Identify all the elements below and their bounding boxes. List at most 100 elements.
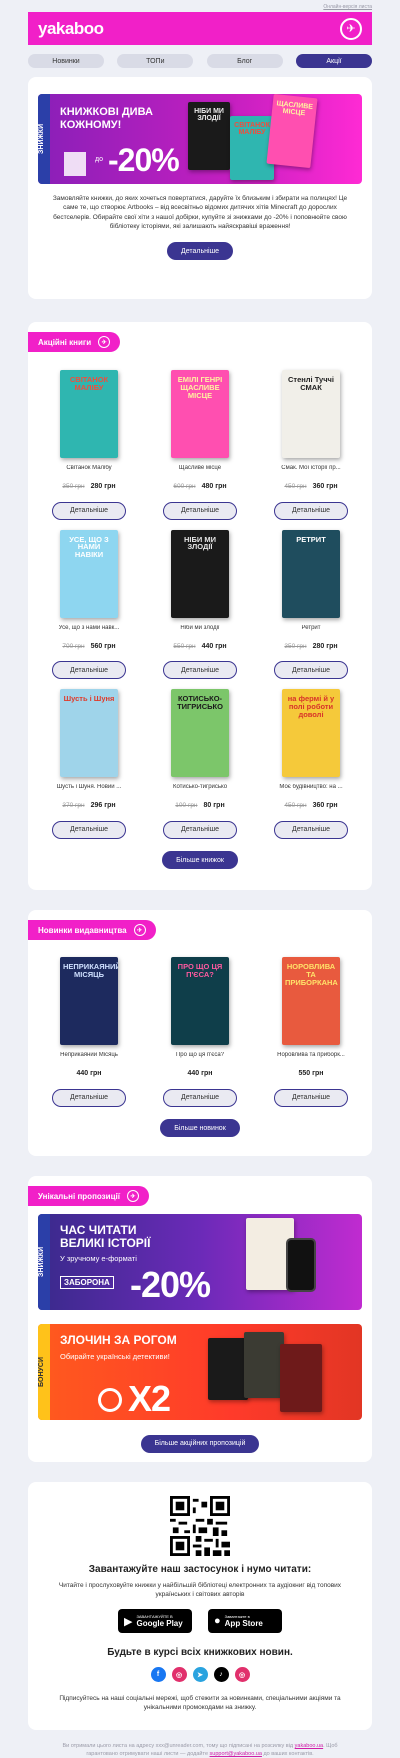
new-price: 80 грн: [203, 802, 225, 809]
product-price: 370 грн 296 грн: [46, 802, 132, 812]
bonus-side-tag: БОНУСИ: [38, 1324, 50, 1420]
old-price: 700 грн: [62, 642, 85, 650]
new-books-label: Новинки видавництва ✈: [28, 920, 156, 940]
facebook-icon[interactable]: f: [150, 1667, 166, 1682]
product-title: Норовлива та приборк...: [277, 1052, 345, 1058]
nav: Новинки ТОПи Блог Акції: [28, 54, 372, 68]
old-price: 600 грн: [173, 483, 196, 490]
nav-top[interactable]: ТОПи: [117, 54, 194, 68]
old-price: 450 грн: [284, 802, 307, 809]
product-card: на фермі й у полі роботи доволі Моє будів…: [268, 689, 354, 839]
product-title: Щасливе місце: [178, 465, 222, 471]
details-button[interactable]: Детальніше: [52, 661, 126, 679]
details-button[interactable]: Детальніше: [163, 661, 237, 679]
hero-title: КНИЖКОВІ ДИВА КОЖНОМУ!: [60, 106, 153, 132]
product-price: 350 грн 280 грн: [268, 643, 354, 653]
telegram-icon[interactable]: ➤: [192, 1667, 208, 1682]
book-cover[interactable]: на фермі й у полі роботи доволі: [282, 689, 340, 777]
book-cover[interactable]: НІБИ МИ ЗЛОДІЇ: [171, 529, 229, 618]
details-button[interactable]: Детальніше: [163, 1088, 237, 1107]
product-title: Про що ця п'єса?: [175, 1052, 224, 1058]
sale-books-card: Акційні книги ✈ СВІТАНОК МАЛІБУ Світанок М…: [28, 322, 372, 890]
product-card: НОРОВЛИВА ТА ПРИБОРКАНА Норовлива та приб…: [268, 957, 354, 1107]
footer-email-link[interactable]: support@yakaboo.ua: [210, 1751, 262, 1757]
more-offers-button[interactable]: Більше акційних пропозицій: [140, 1434, 260, 1453]
book-cover[interactable]: ЕМІЛІ ГЕНРІ ЩАСЛИВЕ МІСЦЕ: [171, 370, 229, 458]
details-button[interactable]: Детальніше: [163, 820, 237, 839]
app-card: Завантажуйте наш застосунок і нумо читат…: [28, 1482, 372, 1730]
product-title: Усе, що з нами навк...: [58, 624, 120, 631]
details-button[interactable]: Детальніше: [163, 501, 237, 520]
ebooks-banner[interactable]: ЗНИЖКИ ЧАС ЧИТАТИ ВЕЛИКІ ІСТОРІЇ У зручн…: [38, 1214, 362, 1310]
details-button[interactable]: Детальніше: [52, 1088, 126, 1107]
old-price: 350 грн: [284, 642, 307, 650]
product-title: Шусть і Шуня. Новий ...: [56, 784, 122, 790]
yakaboo-logo[interactable]: yakaboo: [38, 19, 104, 39]
details-button[interactable]: Детальніше: [52, 501, 126, 520]
hero-title-line1: КНИЖКОВІ ДИВА: [60, 106, 153, 118]
instagram-icon[interactable]: ◎: [171, 1667, 187, 1682]
play-icon: ▶: [124, 1615, 133, 1628]
qr-code: [170, 1496, 230, 1556]
product-card: Шусть і Шуня Шусть і Шуня. Новий ... 370 г…: [46, 689, 132, 839]
detective-book-2: [244, 1332, 284, 1398]
footer-site-link[interactable]: yakaboo.ua: [295, 1743, 323, 1749]
new-price: 280 грн: [312, 642, 338, 650]
book-cover[interactable]: РЕТРИТ: [282, 529, 340, 618]
more-books-button[interactable]: Більше книжок: [162, 851, 238, 869]
book-cover[interactable]: УСЕ, ЩО З НАМИ НАВІКИ: [60, 529, 118, 618]
footer: Ви отримали цього листа на адресу xxx@un…: [62, 1743, 338, 1757]
phone-icon: [286, 1238, 316, 1292]
book-cover[interactable]: НОРОВЛИВА ТА ПРИБОРКАНА: [282, 957, 340, 1045]
product-card: СВІТАНОК МАЛІБУ Світанок Малібу 350 грн 280…: [46, 370, 132, 520]
sale-books-label: Акційні книги ✈: [28, 332, 121, 352]
hero-banner[interactable]: ЗНИЖКИ КНИЖКОВІ ДИВА КОЖНОМУ! до -20% НІ…: [38, 94, 362, 184]
product-title: Моє будівництво: на ...: [279, 784, 343, 790]
product-card: РЕТРИТ Ретрит 350 грн 280 грн Детальніше: [268, 529, 354, 679]
detectives-banner[interactable]: БОНУСИ ЗЛОЧИН ЗА РОГОМ Обирайте українсь…: [38, 1324, 362, 1420]
product-title: Світанок Малібу: [66, 465, 112, 471]
bonus-coin-icon: [98, 1388, 122, 1412]
ebooks-discount: -20%: [130, 1264, 211, 1305]
details-button[interactable]: Детальніше: [52, 820, 126, 839]
book-cover[interactable]: НЕПРИКАЯНИЙ МІСЯЦЬ: [60, 957, 118, 1045]
header: yakaboo ✈: [28, 12, 372, 45]
instagram-icon-2[interactable]: ◎: [234, 1667, 250, 1682]
plane-icon: ✈: [98, 336, 111, 348]
more-new-button[interactable]: Більше новинок: [160, 1119, 240, 1137]
book-cover[interactable]: СВІТАНОК МАЛІБУ: [60, 370, 118, 458]
product-card: Стенлі Туччі СМАК Смак. Мої історії пр...…: [268, 370, 354, 520]
nav-sales[interactable]: Акції: [295, 54, 372, 68]
book-cover[interactable]: ПРО ЩО ЦЯ П'ЄСА?: [171, 957, 229, 1045]
product-title: Смак. Мої історії пр...: [281, 465, 341, 471]
product-title: Котисько-тигрисько: [172, 784, 228, 790]
unique-offers-card: Унікальні пропозиції ✈ ЗНИЖКИ ЧАС ЧИТАТИ …: [28, 1176, 372, 1462]
detectives-title: ЗЛОЧИН ЗА РОГОМ: [60, 1333, 177, 1347]
unique-offers-label: Унікальні пропозиції ✈: [28, 1186, 149, 1206]
details-button[interactable]: Детальніше: [274, 661, 348, 679]
new-price: 360 грн: [312, 483, 338, 490]
hero-details-button[interactable]: Детальніше: [166, 242, 234, 261]
details-button[interactable]: Детальніше: [274, 1088, 348, 1107]
product-price: 600 грн 480 грн: [157, 483, 243, 493]
nav-blog[interactable]: Блог: [206, 54, 283, 68]
product-title: Ретрит: [301, 624, 321, 631]
new-price: 560 грн: [90, 642, 116, 650]
new-books-card: Новинки видавництва ✈ НЕПРИКАЯНИЙ МІСЯЦЬ Н…: [28, 910, 372, 1156]
product-title: Неприкаяний Місяць: [60, 1052, 118, 1058]
zaborona-logo: ЗАБОРОНА: [60, 1276, 114, 1289]
product-card: НІБИ МИ ЗЛОДІЇ Ніби ми злодії 550 грн 440 г…: [157, 529, 243, 679]
app-store-button[interactable]: ● Завантажте в App Store: [208, 1609, 282, 1633]
online-version-link[interactable]: Онлайн-версія листа: [28, 0, 372, 12]
social-sub: Підписуйтесь на наші соціальні мережі, щ…: [59, 1695, 341, 1711]
nav-new[interactable]: Новинки: [28, 54, 104, 68]
ebooks-title: ЧАС ЧИТАТИ ВЕЛИКІ ІСТОРІЇ: [60, 1223, 151, 1250]
tiktok-icon[interactable]: ♪: [213, 1667, 229, 1682]
details-button[interactable]: Детальніше: [274, 501, 348, 520]
book-cover[interactable]: Шусть і Шуня: [60, 689, 118, 777]
book-cover[interactable]: КОТИСЬКО-ТИГРИСЬКО: [171, 689, 229, 777]
old-price: 450 грн: [284, 483, 307, 490]
google-play-button[interactable]: ▶ ЗАВАНТАЖУЙТЕ В Google Play: [118, 1609, 192, 1633]
details-button[interactable]: Детальніше: [274, 820, 348, 839]
book-cover[interactable]: Стенлі Туччі СМАК: [282, 370, 340, 458]
